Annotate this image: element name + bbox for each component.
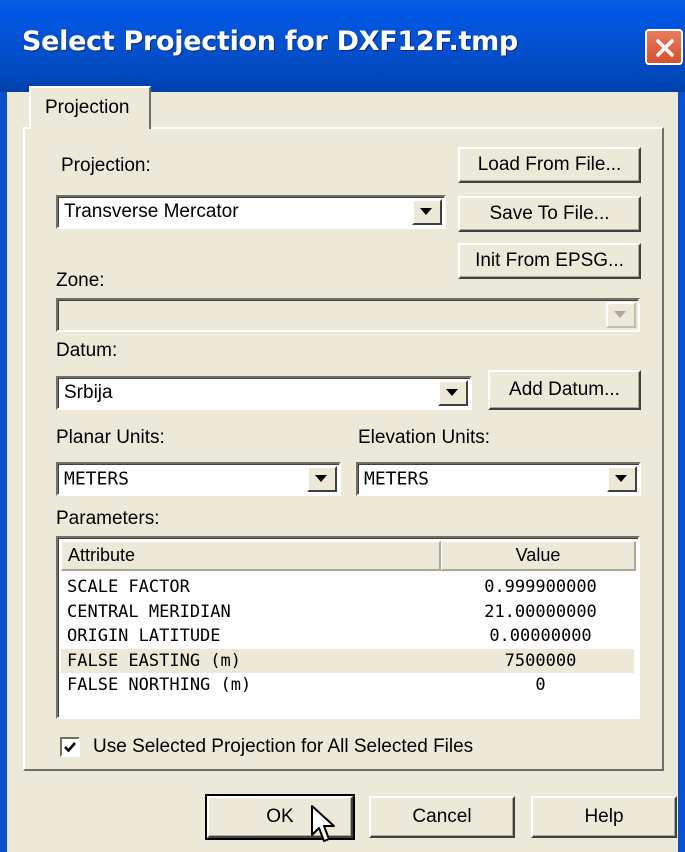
value-cell: 0.999900000 bbox=[484, 577, 597, 598]
tab-projection[interactable]: Projection bbox=[29, 86, 151, 129]
parameters-label: Parameters: bbox=[56, 508, 160, 529]
planar-units-dropdown-button[interactable] bbox=[307, 466, 337, 492]
chevron-down-icon bbox=[615, 475, 627, 482]
use-selected-label[interactable]: Use Selected Projection for All Selected… bbox=[93, 736, 473, 758]
close-icon bbox=[656, 39, 674, 57]
zone-select[interactable] bbox=[56, 298, 640, 332]
title-bar[interactable]: Select Projection for DXF12F.tmp bbox=[0, 0, 685, 92]
elevation-units-dropdown-button[interactable] bbox=[607, 466, 637, 492]
attribute-cell: CENTRAL MERIDIAN bbox=[67, 601, 231, 622]
window-frame-left bbox=[0, 92, 7, 852]
table-row[interactable]: CENTRAL MERIDIAN 21.00000000 bbox=[61, 600, 634, 625]
table-header: Attribute Value bbox=[61, 541, 636, 571]
table-body: SCALE FACTOR 0.999900000 CENTRAL MERIDIA… bbox=[61, 575, 634, 698]
table-row[interactable]: FALSE EASTING (m) 7500000 bbox=[61, 648, 634, 673]
planar-units-value: METERS bbox=[64, 468, 130, 490]
chevron-down-icon bbox=[614, 311, 626, 318]
window-frame-right bbox=[678, 92, 685, 852]
mouse-cursor-icon bbox=[311, 805, 335, 842]
datum-value: Srbija bbox=[64, 382, 113, 403]
planar-units-select[interactable]: METERS bbox=[56, 462, 341, 496]
projection-value: Transverse Mercator bbox=[64, 201, 239, 222]
planar-units-label: Planar Units: bbox=[56, 427, 165, 448]
projection-dropdown-button[interactable] bbox=[412, 199, 442, 225]
use-selected-checkbox[interactable] bbox=[60, 737, 80, 757]
save-to-file-button[interactable]: Save To File... bbox=[458, 196, 641, 232]
projection-select[interactable]: Transverse Mercator bbox=[56, 195, 446, 229]
add-datum-button[interactable]: Add Datum... bbox=[488, 370, 641, 410]
elevation-units-label: Elevation Units: bbox=[358, 427, 491, 448]
chevron-down-icon bbox=[420, 208, 432, 215]
table-row[interactable]: FALSE NORTHING (m) 0 bbox=[61, 673, 634, 698]
help-button[interactable]: Help bbox=[531, 796, 677, 838]
init-from-epsg-button[interactable]: Init From EPSG... bbox=[458, 243, 641, 279]
tab-projection-label: Projection bbox=[45, 97, 130, 118]
elevation-units-select[interactable]: METERS bbox=[356, 462, 641, 496]
chevron-down-icon bbox=[315, 475, 327, 482]
value-cell: 21.00000000 bbox=[484, 601, 597, 622]
datum-label: Datum: bbox=[56, 340, 118, 361]
zone-label: Zone: bbox=[56, 270, 105, 291]
value-cell: 0 bbox=[535, 675, 546, 696]
column-header-value[interactable]: Value bbox=[441, 541, 636, 571]
datum-select[interactable]: Srbija bbox=[56, 376, 472, 410]
elevation-units-value: METERS bbox=[364, 468, 430, 490]
value-cell: 0.00000000 bbox=[489, 626, 592, 647]
value-cell: 7500000 bbox=[504, 650, 577, 671]
attribute-cell: FALSE NORTHING (m) bbox=[67, 675, 252, 696]
zone-dropdown-button[interactable] bbox=[606, 302, 636, 328]
attribute-cell: FALSE EASTING (m) bbox=[67, 650, 241, 671]
projection-label: Projection: bbox=[61, 155, 151, 176]
datum-dropdown-button[interactable] bbox=[438, 380, 468, 406]
attribute-cell: SCALE FACTOR bbox=[67, 577, 190, 598]
checkmark-icon bbox=[64, 742, 76, 753]
table-row[interactable]: SCALE FACTOR 0.999900000 bbox=[61, 575, 634, 600]
parameters-table[interactable]: Attribute Value SCALE FACTOR 0.999900000… bbox=[56, 536, 640, 719]
table-row[interactable]: ORIGIN LATITUDE 0.00000000 bbox=[61, 624, 634, 649]
close-button[interactable] bbox=[645, 29, 683, 65]
load-from-file-button[interactable]: Load From File... bbox=[458, 147, 641, 183]
window-title: Select Projection for DXF12F.tmp bbox=[22, 26, 518, 57]
cancel-button[interactable]: Cancel bbox=[369, 796, 515, 838]
attribute-cell: ORIGIN LATITUDE bbox=[67, 626, 221, 647]
chevron-down-icon bbox=[446, 389, 458, 396]
column-header-attribute[interactable]: Attribute bbox=[61, 541, 441, 571]
